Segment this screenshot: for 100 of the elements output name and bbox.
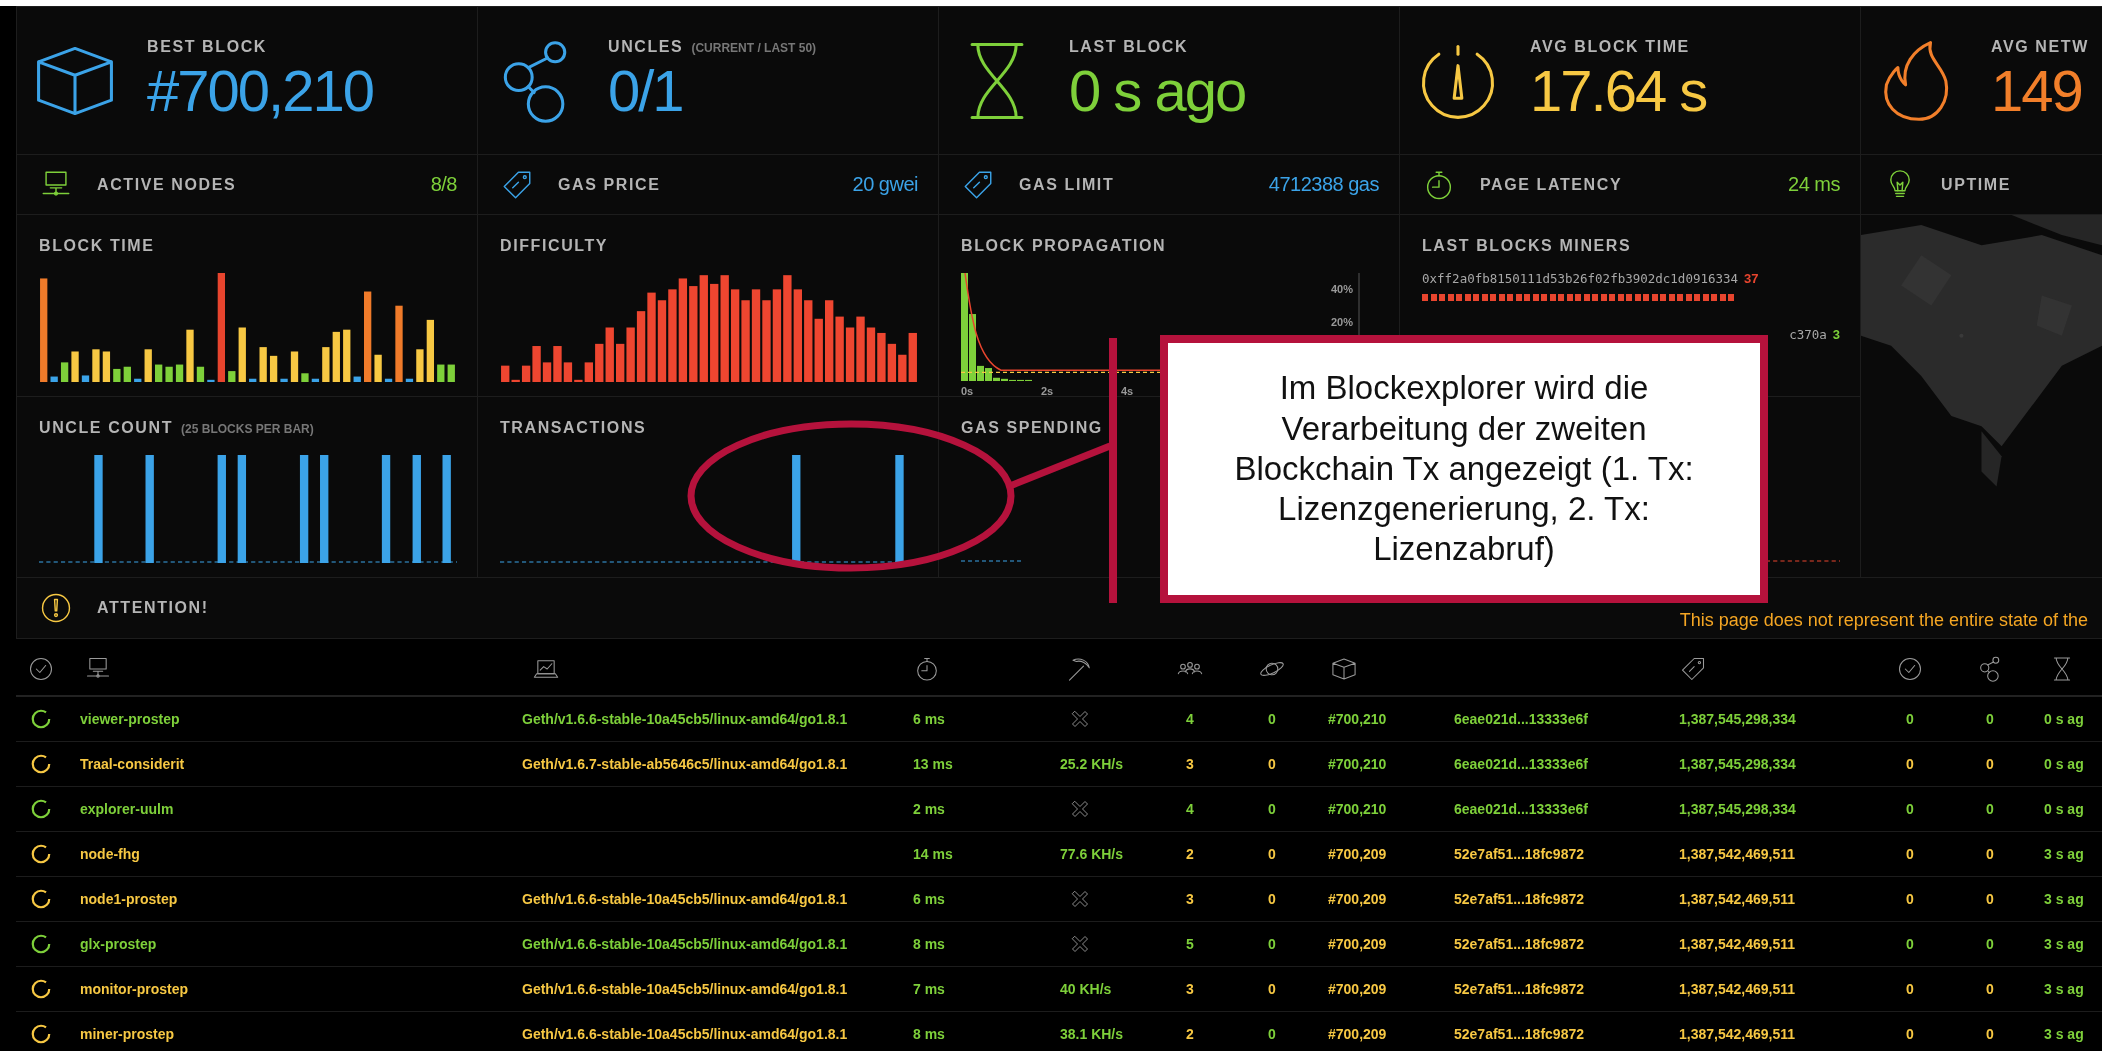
bar — [50, 376, 58, 382]
bar — [343, 329, 351, 382]
check-circle-icon — [27, 655, 55, 683]
bar — [332, 331, 340, 382]
block-hash: 52e7af51...18fc9872 — [1454, 981, 1584, 997]
bar — [238, 327, 246, 382]
pending-count: 0 — [1268, 1026, 1276, 1042]
chart-note: (25 BLOCKS PER BAR) — [181, 422, 314, 436]
stat-value: 0/1 — [608, 61, 684, 120]
hashrate-value: 25.2 KH/s — [1060, 756, 1124, 772]
bar — [866, 327, 876, 382]
metric-label: UPTIME — [1941, 175, 2012, 194]
hashrate-value: 77.6 KH/s — [1060, 846, 1124, 862]
latency-value: 6 ms — [913, 711, 945, 727]
pending-count: 0 — [1268, 981, 1276, 997]
bar — [71, 351, 79, 382]
uncle-value: 0 — [1986, 891, 1994, 907]
hashrate-value: 38.1 KH/s — [1060, 1026, 1124, 1042]
axis-tick-label: 2s — [1041, 385, 1054, 397]
bar — [196, 366, 205, 382]
node-name: node1-prostep — [80, 891, 178, 907]
chart-title: GAS SPENDING — [961, 419, 1103, 437]
bar — [374, 354, 382, 382]
uncle-value: 0 — [1986, 981, 1994, 997]
pending-count: 0 — [1268, 846, 1276, 862]
bar — [814, 318, 823, 382]
chart-title: BLOCK TIME — [39, 237, 155, 255]
block-count: 3 — [1832, 327, 1840, 342]
latency-value: 13 ms — [913, 756, 953, 772]
total-difficulty: 1,387,542,469,511 — [1679, 891, 1795, 907]
propagation-value: 0 — [1906, 1026, 1914, 1042]
bar — [835, 316, 844, 382]
block-number: #700,209 — [1328, 981, 1387, 997]
client-version: Geth/v1.6.6-stable-10a45cb5/linux-amd64/go1.8.1 — [522, 981, 848, 997]
node-name: monitor-prostep — [80, 981, 189, 997]
bar — [405, 378, 414, 382]
total-difficulty: 1,387,542,469,511 — [1679, 1026, 1795, 1042]
axis-tick-label: 4s — [1121, 385, 1134, 397]
metric-label: PAGE LATENCY — [1480, 175, 1623, 194]
latency-value: 6 ms — [913, 891, 945, 907]
stat-label: LAST BLOCK — [1069, 37, 1189, 56]
bar — [175, 364, 184, 382]
peer-count: 4 — [1186, 801, 1194, 817]
bar — [626, 327, 635, 382]
propagation-value: 0 — [1906, 936, 1914, 952]
node-name: node-fhg — [80, 846, 140, 862]
total-difficulty: 1,387,542,469,511 — [1679, 846, 1795, 862]
axis-tick-label: 40% — [1331, 283, 1354, 295]
block-hash: 52e7af51...18fc9872 — [1454, 936, 1584, 952]
bar — [186, 329, 194, 382]
bar — [845, 327, 855, 382]
bar — [60, 362, 69, 382]
pending-count: 0 — [1268, 711, 1276, 727]
bar — [311, 378, 320, 382]
chart-title: LAST BLOCKS MINERS — [1422, 237, 1632, 255]
bar — [887, 343, 897, 382]
chart-title: BLOCK PROPAGATION — [961, 237, 1167, 255]
propagation-value: 0 — [1906, 801, 1914, 817]
block-age: 3 s ag — [2044, 936, 2084, 952]
pending-count: 0 — [1268, 936, 1276, 952]
chart-title: TRANSACTIONS — [500, 419, 647, 437]
block-number: #700,209 — [1328, 846, 1387, 862]
block-hash: 6eae021d...13333e6f — [1454, 756, 1588, 772]
block-age: 3 s ag — [2044, 1026, 2084, 1042]
uncle-value: 0 — [1986, 756, 1994, 772]
tag-icon — [1679, 655, 1707, 683]
bar — [249, 378, 257, 382]
bar — [155, 364, 163, 382]
latency-value: 2 ms — [913, 801, 945, 817]
client-version: Geth/v1.6.7-stable-ab5646c5/linux-amd64/go1.8.1 — [522, 756, 848, 772]
bar — [165, 366, 173, 382]
block-age: 3 s ag — [2044, 891, 2084, 907]
propagation-value: 0 — [1906, 981, 1914, 997]
bar — [207, 379, 215, 382]
block-age: 3 s ag — [2044, 981, 2084, 997]
stat-label: BEST BLOCK — [147, 37, 267, 56]
block-number: #700,209 — [1328, 936, 1387, 952]
bar — [134, 378, 142, 382]
bar — [447, 364, 455, 382]
pending-count: 0 — [1268, 756, 1276, 772]
miner-address: 0xff2a0fb8150111d53b26f02fb3902dc1d0916334 — [1422, 271, 1739, 286]
peer-count: 4 — [1186, 711, 1194, 727]
bar — [636, 311, 646, 382]
bar — [81, 375, 90, 382]
block-number: #700,210 — [1328, 756, 1387, 772]
block-age: 3 s ag — [2044, 846, 2084, 862]
block-number: #700,209 — [1328, 1026, 1387, 1042]
bar — [228, 371, 236, 382]
bar — [280, 378, 288, 382]
stat-value: 149 — [1991, 61, 2083, 120]
miner-address: c370a — [1789, 327, 1827, 342]
stat-label: AVG NETW — [1991, 37, 2089, 56]
client-version: Geth/v1.6.6-stable-10a45cb5/linux-amd64/go1.8.1 — [522, 1026, 848, 1042]
bar — [113, 368, 121, 382]
chart-title: DIFFICULTY — [500, 237, 609, 255]
bar — [102, 351, 111, 382]
peer-count: 3 — [1186, 891, 1194, 907]
bar — [92, 349, 100, 382]
peer-count: 2 — [1186, 846, 1194, 862]
uncle-value: 0 — [1986, 711, 1994, 727]
